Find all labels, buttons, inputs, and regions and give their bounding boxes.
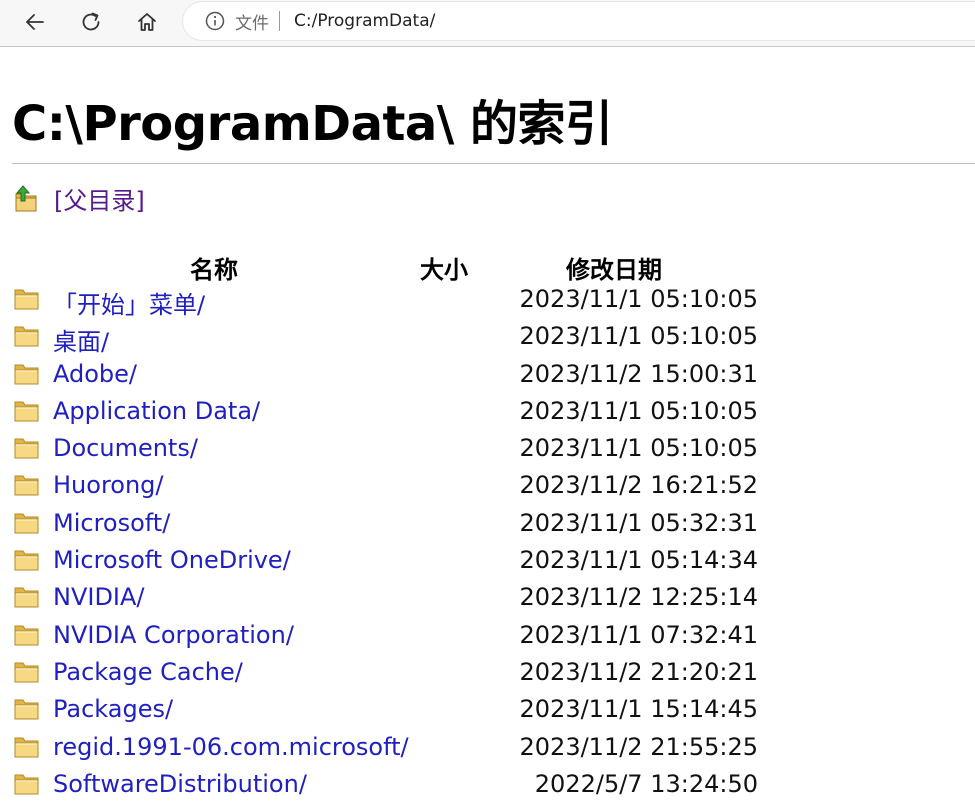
page-title: C:\ProgramData\ 的索引 [12, 96, 613, 152]
folder-icon [14, 548, 40, 572]
table-row: regid.1991-06.com.microsoft/2023/11/2 21… [14, 731, 774, 768]
title-divider [12, 163, 975, 164]
table-row: Packages/2023/11/1 15:14:45 [14, 693, 774, 730]
folder-link[interactable]: SoftwareDistribution/ [53, 770, 307, 798]
folder-icon [14, 772, 40, 796]
table-row: Package Cache/2023/11/2 21:20:21 [14, 656, 774, 693]
folder-icon [14, 511, 40, 535]
home-button[interactable] [129, 4, 165, 40]
folder-icon [14, 623, 40, 647]
table-row: NVIDIA/2023/11/2 12:25:14 [14, 581, 774, 618]
modified-date: 2023/11/2 21:20:21 [519, 657, 758, 686]
modified-date: 2023/11/1 05:10:05 [519, 396, 758, 425]
folder-link[interactable]: 「开始」菜单/ [53, 285, 205, 320]
table-row: NVIDIA Corporation/2023/11/1 07:32:41 [14, 619, 774, 656]
modified-date: 2023/11/2 12:25:14 [519, 583, 758, 612]
parent-folder-up-icon [15, 184, 37, 211]
table-row: Microsoft OneDrive/2023/11/1 05:14:34 [14, 544, 774, 581]
table-row: SoftwareDistribution/2022/5/7 13:24:50 [14, 768, 774, 805]
table-row: 桌面/2023/11/1 05:10:05 [14, 320, 774, 357]
modified-date: 2023/11/1 05:10:05 [519, 434, 758, 463]
folder-link[interactable]: Application Data/ [53, 397, 260, 425]
info-icon[interactable] [204, 10, 226, 32]
modified-date: 2023/11/1 05:32:31 [519, 508, 758, 537]
table-row: Adobe/2023/11/2 15:00:31 [14, 358, 774, 395]
folder-link[interactable]: Microsoft OneDrive/ [53, 546, 291, 574]
folder-icon [14, 585, 40, 609]
folder-link[interactable]: NVIDIA Corporation/ [53, 621, 294, 649]
table-row: 「开始」菜单/2023/11/1 05:10:05 [14, 283, 774, 320]
folder-link[interactable]: 桌面/ [53, 322, 109, 357]
browser-toolbar: 文件 C:/ProgramData/ [0, 0, 975, 47]
reload-button[interactable] [73, 4, 109, 40]
folder-icon [14, 324, 40, 348]
address-separator [279, 11, 280, 31]
folder-link[interactable]: NVIDIA/ [53, 583, 145, 611]
url-text[interactable]: C:/ProgramData/ [294, 11, 435, 31]
folder-link[interactable]: Documents/ [53, 434, 198, 462]
folder-icon [14, 362, 40, 386]
back-button[interactable] [17, 4, 53, 40]
folder-icon [14, 735, 40, 759]
modified-date: 2023/11/1 15:14:45 [519, 695, 758, 724]
modified-date: 2023/11/1 05:14:34 [519, 546, 758, 575]
modified-date: 2023/11/1 07:32:41 [519, 620, 758, 649]
address-bar[interactable]: 文件 C:/ProgramData/ [183, 2, 975, 40]
folder-link[interactable]: Microsoft/ [53, 509, 170, 537]
modified-date: 2023/11/1 05:10:05 [519, 322, 758, 351]
modified-date: 2023/11/2 15:00:31 [519, 359, 758, 388]
folder-icon [14, 436, 40, 460]
folder-icon [14, 287, 40, 311]
folder-icon [14, 473, 40, 497]
column-header-name[interactable]: 名称 [190, 250, 238, 285]
parent-directory-link[interactable]: [父目录] [54, 181, 145, 216]
folder-icon [14, 697, 40, 721]
modified-date: 2022/5/7 13:24:50 [534, 769, 758, 798]
folder-link[interactable]: Huorong/ [53, 471, 164, 499]
modified-date: 2023/11/2 21:55:25 [519, 732, 758, 761]
home-icon [138, 13, 156, 31]
table-row: Documents/2023/11/1 05:10:05 [14, 432, 774, 469]
folder-link[interactable]: Adobe/ [53, 360, 137, 388]
folder-link[interactable]: regid.1991-06.com.microsoft/ [53, 733, 409, 761]
folder-link[interactable]: Packages/ [53, 695, 173, 723]
back-arrow-icon [26, 14, 44, 30]
directory-listing: 「开始」菜单/2023/11/1 05:10:05 桌面/2023/11/1 05… [14, 283, 774, 805]
parent-directory-row: [父目录] [14, 181, 145, 216]
folder-icon [14, 660, 40, 684]
column-header-date[interactable]: 修改日期 [566, 250, 662, 285]
modified-date: 2023/11/2 16:21:52 [519, 471, 758, 500]
table-row: Huorong/2023/11/2 16:21:52 [14, 469, 774, 506]
reload-icon [82, 12, 100, 31]
scheme-label: 文件 [235, 13, 269, 34]
table-row: Application Data/2023/11/1 05:10:05 [14, 395, 774, 432]
folder-icon [14, 399, 40, 423]
folder-link[interactable]: Package Cache/ [53, 658, 243, 686]
modified-date: 2023/11/1 05:10:05 [519, 285, 758, 313]
table-row: Microsoft/2023/11/1 05:32:31 [14, 507, 774, 544]
column-header-size[interactable]: 大小 [420, 250, 468, 285]
